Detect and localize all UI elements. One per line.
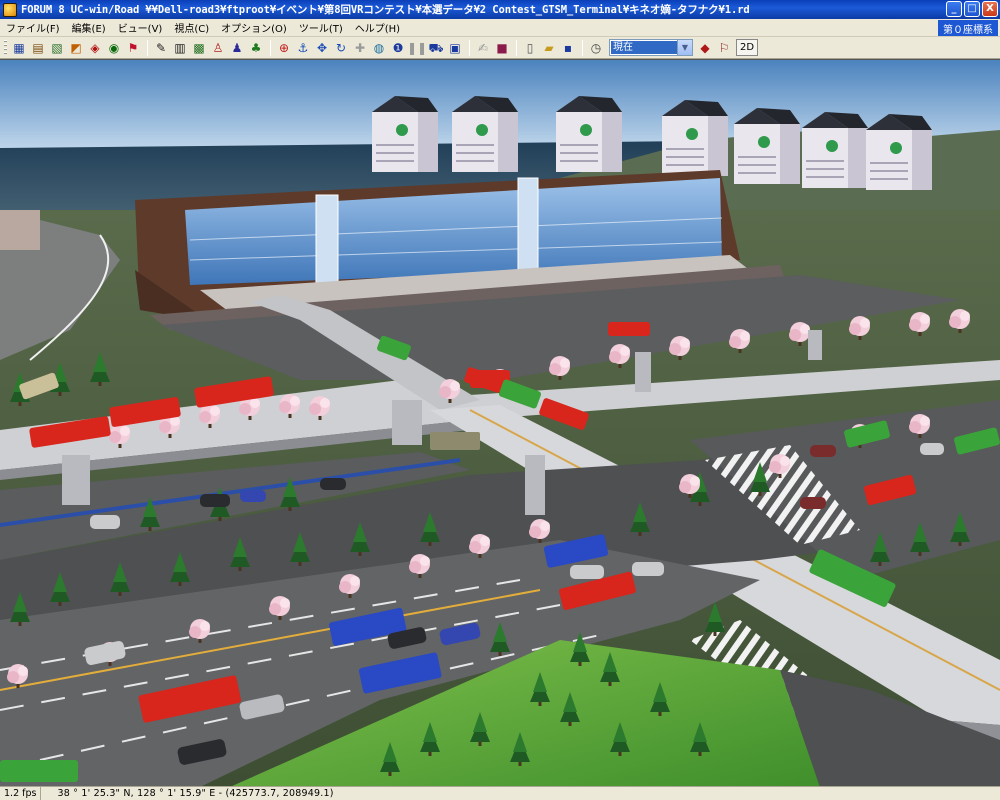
window-controls: _ □ X bbox=[946, 1, 998, 17]
menu-file[interactable]: ファイル(F) bbox=[0, 20, 66, 35]
menu-edit[interactable]: 編集(E) bbox=[66, 20, 112, 35]
main-toolbar: ▦ ▤ ▧ ◩ ◈ ◉ ⚑ ✎ ▥ ▩ ♙ ♟ ♣ ⊕ ⚓ ✥ ↻ ✚ ◍ ❶ … bbox=[0, 37, 1000, 59]
menu-view[interactable]: ビュー(V) bbox=[112, 20, 169, 35]
toolbar-pin-icon[interactable]: ⚐ bbox=[715, 39, 733, 57]
toolbar-project-icon[interactable]: ▦ bbox=[10, 39, 28, 57]
menu-help[interactable]: ヘルプ(H) bbox=[349, 20, 406, 35]
minimize-button[interactable]: _ bbox=[946, 1, 962, 17]
menu-tools[interactable]: ツール(T) bbox=[293, 20, 349, 35]
3d-scene-render[interactable] bbox=[0, 60, 1000, 786]
toolbar-separator bbox=[147, 39, 148, 56]
time-of-day-select[interactable]: 現在 ▼ bbox=[609, 39, 693, 56]
toolbar-person-icon[interactable]: ♙ bbox=[209, 39, 227, 57]
toolbar-map-icon[interactable]: ▧ bbox=[48, 39, 66, 57]
toolbar-flag-icon[interactable]: ⚑ bbox=[124, 39, 142, 57]
menu-options[interactable]: オプション(O) bbox=[215, 20, 293, 35]
toolbar-new-file-icon[interactable]: ▯ bbox=[521, 39, 539, 57]
toolbar-walker-icon[interactable]: ♟ bbox=[228, 39, 246, 57]
toolbar-traffic-icon[interactable]: ◉ bbox=[105, 39, 123, 57]
toolbar-plus-icon[interactable]: ✚ bbox=[351, 39, 369, 57]
toolbar-globe-icon[interactable]: ◍ bbox=[370, 39, 388, 57]
status-bar: 1.2 fps 38 ° 1' 25.3" N, 128 ° 1' 15.9" … bbox=[0, 786, 1000, 800]
toolbar-pause-icon[interactable]: ❚❚ bbox=[407, 39, 427, 57]
toolbar-separator bbox=[582, 39, 583, 56]
toolbar-pen-icon[interactable]: ✎ bbox=[152, 39, 170, 57]
view-2d-button[interactable]: 2D bbox=[736, 39, 759, 56]
geo-coordinates-readout: 38 ° 1' 25.3" N, 128 ° 1' 15.9" E - (425… bbox=[57, 788, 334, 799]
toolbar-rotate-icon[interactable]: ↻ bbox=[332, 39, 350, 57]
fps-readout: 1.2 fps bbox=[0, 787, 42, 800]
coordinate-system-indicator[interactable]: 第０座標系 bbox=[938, 20, 998, 36]
time-of-day-value: 現在 bbox=[611, 41, 677, 54]
toolbar-open-folder-icon[interactable]: ▰ bbox=[540, 39, 558, 57]
toolbar-target-icon[interactable]: ⊕ bbox=[275, 39, 293, 57]
window-title: FORUM 8 UC-win/Road ¥¥Dell-road3¥ftproot… bbox=[21, 4, 750, 16]
3d-viewport[interactable] bbox=[0, 59, 1000, 786]
maximize-button[interactable]: □ bbox=[964, 1, 980, 17]
toolbar-edit-icon[interactable]: ✍ bbox=[474, 39, 492, 57]
toolbar-separator bbox=[270, 39, 271, 56]
toolbar-save-icon[interactable]: ▪ bbox=[559, 39, 577, 57]
toolbar-screen-icon[interactable]: ▣ bbox=[446, 39, 464, 57]
menu-bar: ファイル(F) 編集(E) ビュー(V) 視点(C) オプション(O) ツール(… bbox=[0, 19, 1000, 37]
title-bar: FORUM 8 UC-win/Road ¥¥Dell-road3¥ftproot… bbox=[0, 0, 1000, 19]
toolbar-anchor-icon[interactable]: ⚓ bbox=[294, 39, 312, 57]
close-button[interactable]: X bbox=[982, 1, 998, 17]
app-logo-icon bbox=[3, 2, 17, 17]
toolbar-car-icon[interactable]: ⛟ bbox=[427, 39, 445, 57]
toolbar-clock-icon[interactable]: ◷ bbox=[587, 39, 605, 57]
toolbar-sign-icon[interactable]: ◈ bbox=[86, 39, 104, 57]
menu-viewpoint[interactable]: 視点(C) bbox=[168, 20, 215, 35]
toolbar-book-icon[interactable]: ■ bbox=[493, 39, 511, 57]
toolbar-vehicle-icon[interactable]: ◩ bbox=[67, 39, 85, 57]
toolbar-tree-icon[interactable]: ♣ bbox=[247, 39, 265, 57]
toolbar-grip[interactable] bbox=[4, 39, 7, 56]
toolbar-grid-icon[interactable]: ▥ bbox=[171, 39, 189, 57]
toolbar-weather-icon[interactable]: ◆ bbox=[696, 39, 714, 57]
toolbar-info-icon[interactable]: ❶ bbox=[389, 39, 407, 57]
toolbar-move-icon[interactable]: ✥ bbox=[313, 39, 331, 57]
toolbar-road-icon[interactable]: ▤ bbox=[29, 39, 47, 57]
toolbar-separator bbox=[469, 39, 470, 56]
chevron-down-icon[interactable]: ▼ bbox=[677, 40, 692, 55]
toolbar-separator bbox=[516, 39, 517, 56]
toolbar-model-icon[interactable]: ▩ bbox=[190, 39, 208, 57]
